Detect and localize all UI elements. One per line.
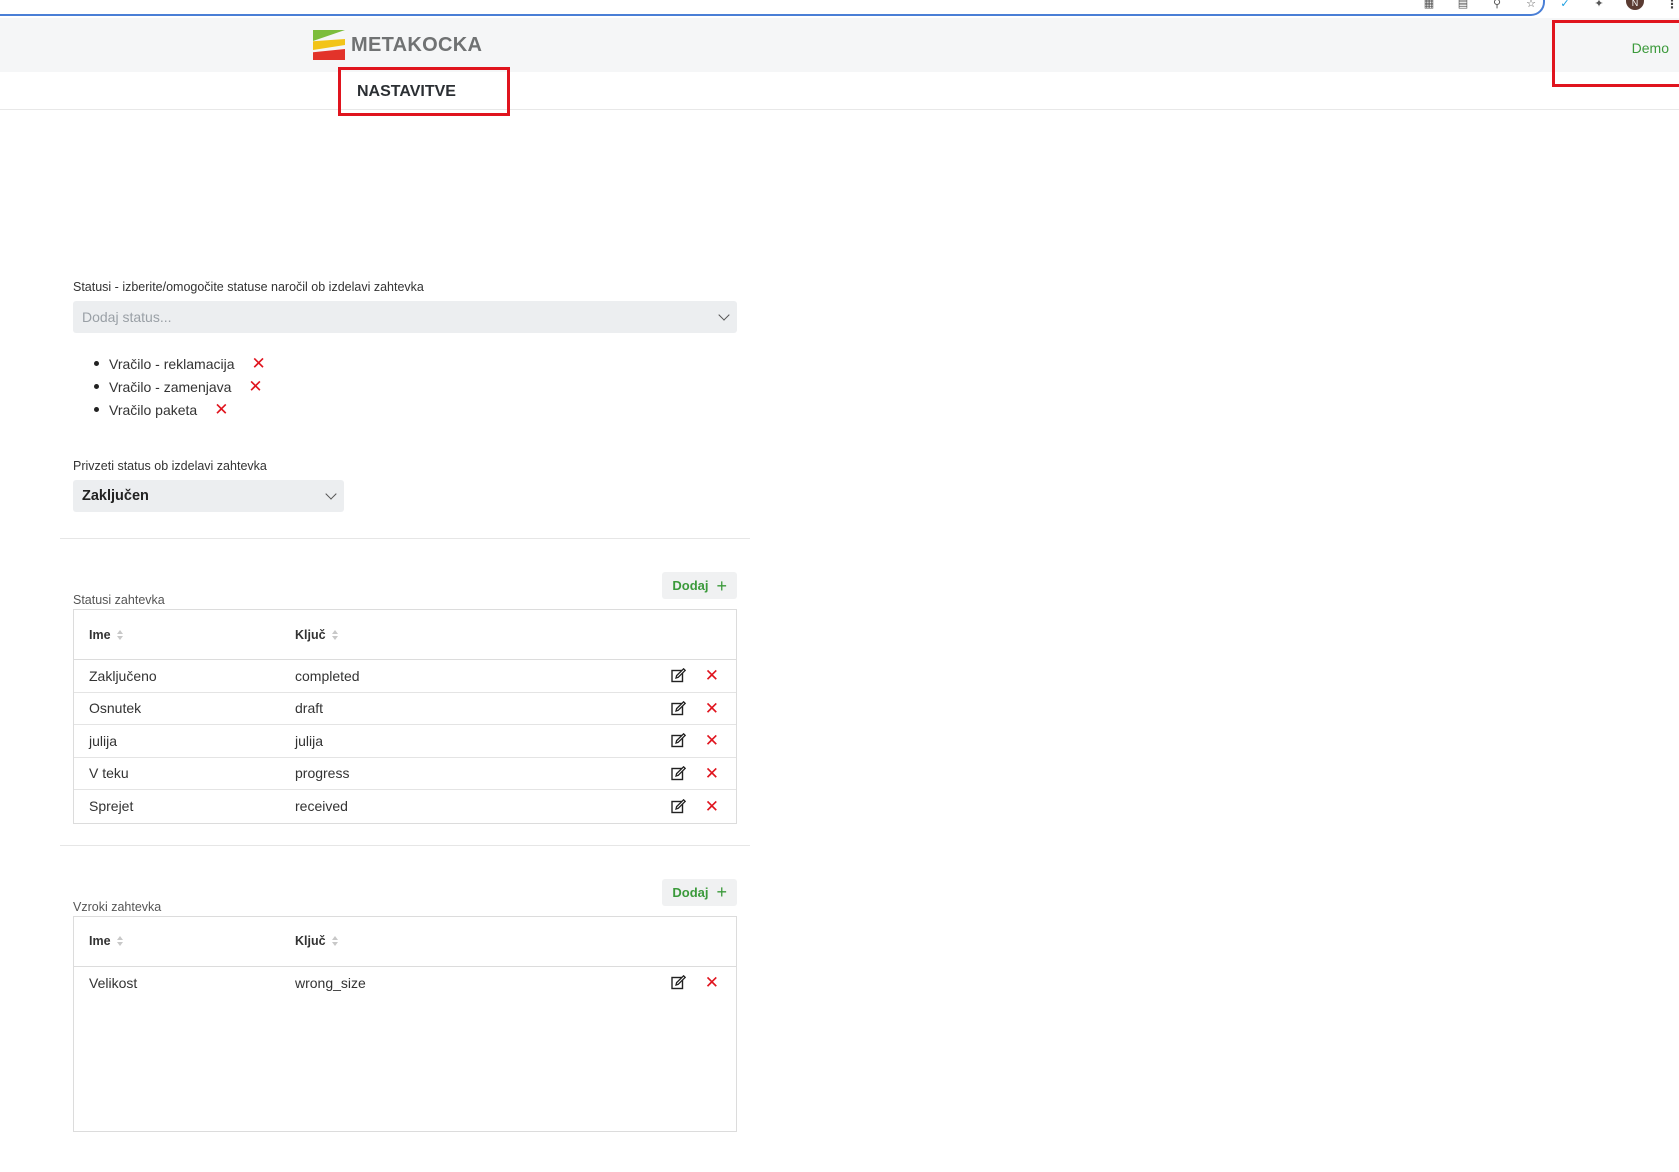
cell-name: Sprejet [89, 798, 134, 815]
logo[interactable]: METAKOCKA [313, 30, 482, 60]
cell-name: Osnutek [89, 700, 142, 717]
tab-nastavitve[interactable]: NASTAVITVE [338, 67, 510, 116]
cell-key: received [295, 798, 348, 815]
add-button-label: Dodaj [672, 578, 709, 593]
edit-icon[interactable] [671, 733, 686, 748]
browser-icons: ▦ ▤ ⚲ ☆ ✓ ✦ N [1422, 0, 1644, 10]
cell-key: draft [295, 700, 324, 717]
list-item: Vračilo paketa ✕ [94, 398, 750, 421]
section-title: Statusi zahtevka [73, 593, 165, 607]
column-header-key[interactable]: Ključ [295, 628, 635, 642]
edit-icon[interactable] [671, 975, 686, 990]
zoom-icon[interactable]: ⚲ [1490, 0, 1504, 10]
grid-icon[interactable]: ▦ [1422, 0, 1436, 10]
edit-icon[interactable] [671, 765, 686, 781]
star-icon[interactable]: ☆ [1524, 0, 1538, 10]
status-item-label: Vračilo paketa [109, 401, 198, 418]
remove-icon[interactable]: ✕ [214, 401, 228, 418]
chevron-down-icon [718, 309, 730, 321]
table-row: Zaključeno completed ✕ [74, 660, 736, 693]
vivaldi-check-icon[interactable]: ✓ [1558, 0, 1572, 10]
status-item-label: Vračilo - reklamacija [109, 355, 235, 372]
address-bar[interactable] [0, 0, 1545, 16]
table-row: V teku progress ✕ [74, 758, 736, 790]
delete-icon[interactable]: ✕ [705, 765, 719, 782]
cell-name: Zaključeno [89, 667, 157, 684]
request-statuses-section: Statusi zahtevka Dodaj + Ime Ključ Zaklj… [73, 572, 737, 824]
settings-content: Statusi - izberite/omogočite statuse nar… [60, 280, 750, 1132]
add-status-button[interactable]: Dodaj + [662, 572, 737, 599]
cell-name: julija [89, 732, 118, 749]
sort-icon [116, 629, 123, 640]
delete-icon[interactable]: ✕ [705, 974, 719, 991]
extensions-icon[interactable]: ✦ [1592, 0, 1606, 10]
logo-mark-icon [313, 30, 345, 60]
request-reasons-table: Ime Ključ Velikost wrong_size ✕ [73, 915, 737, 1132]
column-header-name[interactable]: Ime [74, 934, 295, 948]
add-button-label: Dodaj [672, 884, 709, 900]
cell-name: Velikost [89, 974, 138, 991]
plus-icon: + [716, 575, 727, 596]
default-status-label: Privzeti status ob izdelavi zahtevka [73, 459, 267, 473]
table-row: Sprejet received ✕ [74, 790, 736, 823]
table-header: Ime Ključ [74, 610, 736, 660]
request-reasons-section: Vzroki zahtevka Dodaj + Ime Ključ Veliko… [73, 878, 737, 1132]
column-label: Ključ [295, 627, 326, 642]
request-statuses-table: Ime Ključ Zaključeno completed ✕ Osnutek [73, 609, 737, 824]
divider [60, 844, 750, 846]
delete-icon[interactable]: ✕ [705, 798, 719, 815]
selected-status-list: Vračilo - reklamacija ✕ Vračilo - zamenj… [94, 352, 750, 421]
cell-key: wrong_size [295, 974, 366, 991]
divider [60, 538, 750, 539]
profile-avatar[interactable]: N [1626, 0, 1644, 10]
add-reason-button[interactable]: Dodaj + [662, 878, 737, 906]
app-header: METAKOCKA Demo [0, 18, 1679, 72]
remove-icon[interactable]: ✕ [252, 355, 266, 372]
list-item: Vračilo - zamenjava ✕ [94, 375, 750, 398]
statuses-label: Statusi - izberite/omogočite statuse nar… [73, 280, 424, 294]
edit-icon[interactable] [671, 668, 686, 683]
sort-icon [331, 629, 338, 640]
table-row: Velikost wrong_size ✕ [74, 967, 736, 1000]
browser-toolbar: ▦ ▤ ⚲ ☆ ✓ ✦ N ⋮ [0, 0, 1679, 18]
default-status-select[interactable]: Zaključen [73, 480, 344, 512]
plus-icon: + [716, 882, 727, 902]
remove-icon[interactable]: ✕ [248, 378, 262, 395]
chevron-down-icon [325, 488, 337, 500]
subnav-bar [0, 72, 1679, 110]
edit-icon[interactable] [671, 798, 686, 814]
cell-name: V teku [89, 765, 129, 782]
cell-key: julija [295, 732, 324, 749]
column-label: Ime [89, 934, 111, 948]
add-status-select[interactable]: Dodaj status... [73, 301, 737, 333]
browser-menu-icon[interactable]: ⋮ [1666, 0, 1678, 10]
delete-icon[interactable]: ✕ [705, 700, 719, 717]
add-status-placeholder: Dodaj status... [82, 309, 172, 325]
cell-key: completed [295, 667, 360, 684]
edit-icon[interactable] [671, 700, 686, 716]
delete-icon[interactable]: ✕ [705, 667, 719, 684]
column-label: Ime [89, 627, 111, 642]
translate-icon[interactable]: ▤ [1456, 0, 1470, 10]
table-row: Osnutek draft ✕ [74, 693, 736, 725]
sort-icon [116, 936, 123, 946]
sort-icon [331, 936, 338, 946]
table-row: julija julija ✕ [74, 725, 736, 758]
column-header-key[interactable]: Ključ [295, 934, 635, 948]
cell-key: progress [295, 765, 350, 782]
list-item: Vračilo - reklamacija ✕ [94, 352, 750, 375]
section-title: Vzroki zahtevka [73, 899, 162, 914]
default-status-value: Zaključen [82, 488, 149, 504]
column-header-name[interactable]: Ime [74, 628, 295, 642]
logo-text: METAKOCKA [351, 33, 483, 56]
status-item-label: Vračilo - zamenjava [109, 378, 232, 395]
delete-icon[interactable]: ✕ [705, 732, 719, 749]
column-label: Ključ [295, 934, 326, 948]
table-header: Ime Ključ [74, 917, 736, 967]
